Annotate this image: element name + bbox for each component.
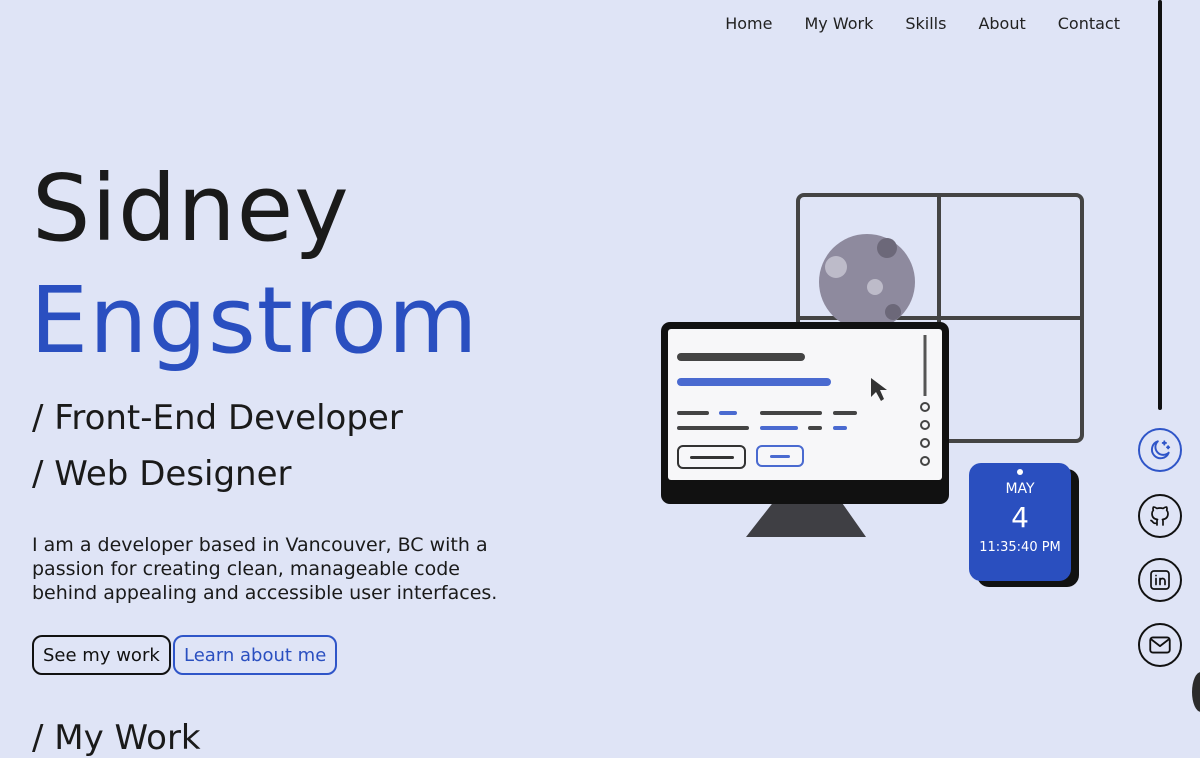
hero-illustration <box>661 193 1084 537</box>
calendar-month: MAY <box>1005 481 1035 497</box>
calendar-dot <box>1017 469 1023 475</box>
computer-monitor-illustration <box>661 322 949 537</box>
moon-illustration <box>819 234 915 330</box>
calendar-time: 11:35:40 PM <box>979 540 1061 555</box>
calendar-day: 4 <box>1011 501 1029 534</box>
calendar-widget: MAY 4 11:35:40 PM <box>969 463 1071 581</box>
